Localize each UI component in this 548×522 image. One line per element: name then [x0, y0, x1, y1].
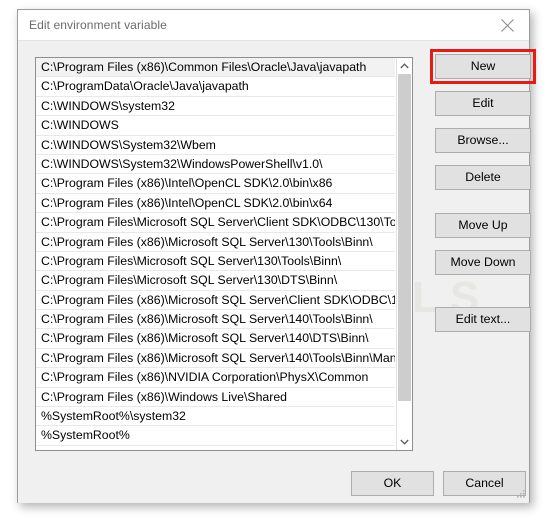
list-item[interactable]: C:\WINDOWS\System32\WindowsPowerShell\v1… — [36, 154, 395, 175]
list-item[interactable]: C:\WINDOWS — [36, 116, 395, 136]
path-entries-listbox[interactable]: C:\Program Files (x86)\Common Files\Orac… — [35, 57, 413, 451]
move-up-button[interactable]: Move Up — [435, 213, 531, 238]
list-item[interactable]: C:\Program Files (x86)\Microsoft SQL Ser… — [36, 290, 395, 311]
list-item[interactable]: %SystemRoot% — [36, 426, 395, 446]
list-item[interactable]: C:\Program Files (x86)\Intel\OpenCL SDK\… — [36, 193, 395, 214]
screenshot-root: Edit environment variable APPUALS C:\Pro… — [0, 0, 548, 522]
browse-button[interactable]: Browse... — [435, 128, 531, 153]
move-down-button[interactable]: Move Down — [435, 250, 531, 275]
resize-grip-icon[interactable] — [514, 488, 526, 500]
list-item[interactable]: C:\Program Files (x86)\Windows Live\Shar… — [36, 387, 395, 408]
edit-button[interactable]: Edit — [435, 91, 531, 116]
list-item[interactable]: C:\ProgramData\Oracle\Java\javapath — [36, 77, 395, 97]
list-item[interactable]: C:\Program Files (x86)\Microsoft SQL Ser… — [36, 310, 395, 330]
list-item[interactable]: %SystemRoot%\system32 — [36, 407, 395, 427]
list-item[interactable]: C:\Program Files (x86)\Intel\OpenCL SDK\… — [36, 174, 395, 194]
list-item[interactable]: C:\WINDOWS\System32\Wbem — [36, 135, 395, 155]
list-scrollbar[interactable] — [396, 58, 412, 450]
list-item[interactable]: C:\Program Files\Microsoft SQL Server\13… — [36, 271, 395, 291]
close-icon[interactable] — [485, 10, 529, 40]
dialog-titlebar: Edit environment variable — [18, 10, 529, 41]
edit-text-button[interactable]: Edit text... — [435, 307, 531, 332]
list-item[interactable]: C:\WINDOWS\system32 — [36, 96, 395, 117]
dialog-body: APPUALS C:\Program Files (x86)\Common Fi… — [18, 41, 536, 503]
list-item[interactable]: C:\Program Files (x86)\Microsoft SQL Ser… — [36, 348, 395, 369]
dialog-title: Edit environment variable — [29, 18, 167, 32]
list-item[interactable]: C:\Program Files\Microsoft SQL Server\13… — [36, 251, 395, 272]
chevron-up-icon[interactable] — [397, 58, 412, 74]
chevron-down-icon[interactable] — [397, 434, 412, 450]
list-item[interactable]: C:\Program Files (x86)\NVIDIA Corporatio… — [36, 368, 395, 388]
edit-environment-variable-dialog: Edit environment variable APPUALS C:\Pro… — [17, 9, 536, 503]
list-item[interactable]: C:\Program Files\Microsoft SQL Server\Cl… — [36, 213, 395, 233]
scrollbar-thumb[interactable] — [398, 74, 411, 401]
path-entries-list: C:\Program Files (x86)\Common Files\Orac… — [36, 58, 395, 450]
ok-button[interactable]: OK — [351, 471, 434, 496]
delete-button[interactable]: Delete — [435, 165, 531, 190]
list-item[interactable]: C:\Program Files (x86)\Microsoft SQL Ser… — [36, 329, 395, 349]
list-item[interactable]: %SystemRoot%\System32\Wbem — [36, 445, 395, 450]
new-button[interactable]: New — [435, 54, 531, 79]
list-item[interactable]: C:\Program Files (x86)\Microsoft SQL Ser… — [36, 232, 395, 252]
list-item[interactable]: C:\Program Files (x86)\Common Files\Orac… — [36, 58, 395, 78]
